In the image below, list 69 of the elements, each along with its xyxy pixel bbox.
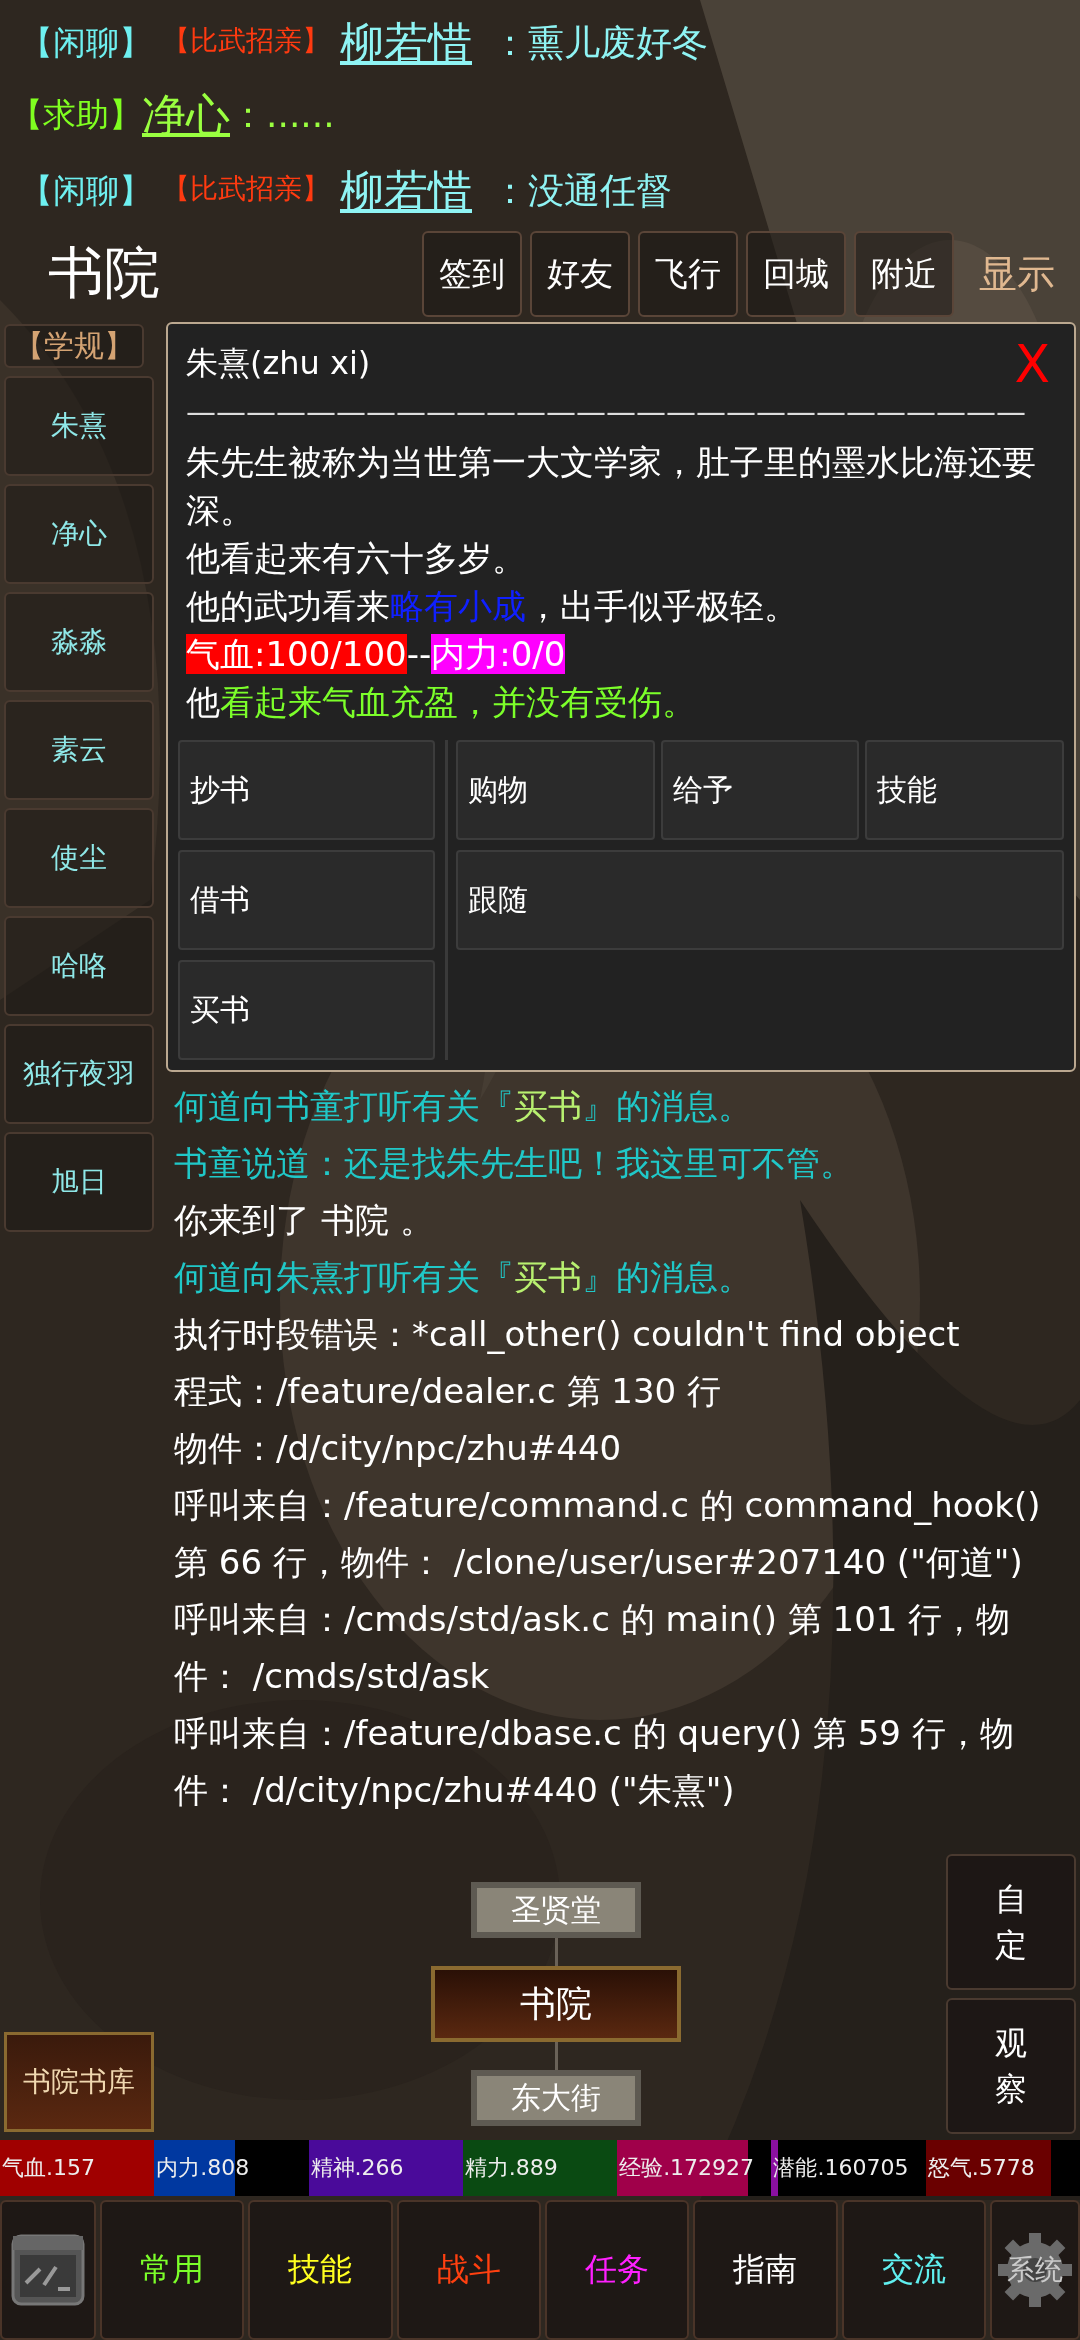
description-text: 朱先生被称为当世第一大文学家，肚子里的墨水比海还要深。 [185,441,1037,532]
toolbar-button[interactable]: 回城 [746,231,846,317]
toolbar-button[interactable]: 好友 [530,231,630,317]
channel-tag: 【闲聊】 [10,164,162,214]
description-text: 他看起来有六十多岁。 [185,537,527,580]
side-button[interactable]: 自定 [946,1854,1076,1990]
log-text: 呼叫来自：/cmds/std/ask.c 的 main() 第 101 行，物件： /cmds/std/ask [174,1598,1012,1698]
description-text: 气血:100/100--内力:0/0 [185,633,567,676]
action-button[interactable]: 买书 [178,960,435,1060]
rules-item[interactable]: 【学规】 [4,324,144,368]
location-title: 书院 [48,239,161,307]
log-text: 书童说道：还是找朱先生吧！我这里可不管。 [174,1142,855,1185]
side-button[interactable]: 观察 [946,1998,1076,2134]
player-name-link[interactable]: 净心 [142,85,230,145]
chat-message: ：...... [230,92,335,137]
toolbar-button[interactable]: 签到 [422,231,522,317]
log-text: 何道向书童打听有关『买书』的消息。 [174,1085,753,1128]
npc-item[interactable]: 独行夜羽 [4,1024,154,1124]
description-text: 他看起来气血充盈，并没有受伤。 [185,681,697,724]
close-button[interactable]: X [1008,334,1056,394]
npc-item[interactable]: 净心 [4,484,154,584]
npc-item[interactable]: 旭日 [4,1132,154,1232]
action-button[interactable]: 借书 [178,850,435,950]
stat-label: 精神.266 [309,2155,404,2180]
npc-item[interactable]: 朱熹 [4,376,154,476]
chat-message: ：熏儿废好冬 [491,20,709,65]
channel-tag: 【求助】 [10,92,142,138]
stat-label: 气血.157 [1,2155,95,2180]
log-text: 呼叫来自：/feature/dbase.c 的 query() 第 59 行，物件： /d/city/npc/zhu#440 ("朱熹") [174,1712,1015,1812]
player-name-link[interactable]: 柳若惜 [330,157,482,221]
player-name-link[interactable]: 柳若惜 [330,9,482,73]
terminal-icon[interactable] [0,2200,96,2340]
npc-item[interactable]: 使尘 [4,808,154,908]
nav-tab[interactable]: 战斗 [396,2200,541,2340]
action-button[interactable]: 购物 [456,740,655,840]
nav-tab[interactable]: 常用 [100,2200,245,2340]
action-button[interactable]: 跟随 [456,850,1064,950]
log-text: 物件：/d/city/npc/zhu#440 [174,1427,623,1470]
log-text: 执行时段错误：*call_other() couldn't find object [174,1313,961,1356]
description-text: 他的武功看来略有小成，出手似乎极轻。 [185,585,799,628]
action-button[interactable]: 给予 [660,740,860,840]
npc-item[interactable]: 素云 [4,700,154,800]
dash-rule: ———————————————————————————— [185,394,1027,431]
log-text: 呼叫来自：/feature/command.c 的 command_hook() 第 66 行，物件： /clone/user/user#207140 ("何道") [174,1484,1042,1584]
log-text: 程式：/feature/dealer.c 第 130 行 [174,1370,723,1413]
stat-label: 精力.889 [463,2155,558,2180]
action-button[interactable]: 技能 [865,740,1064,840]
display-toggle[interactable]: 显示 [962,248,1072,300]
nav-tab[interactable]: 交流 [841,2200,986,2340]
map-node[interactable]: 书院书库 [4,2032,154,2132]
event-tag: 【比武招亲】 [162,22,330,60]
map-node[interactable]: 圣贤堂 [471,1882,641,1938]
log-text: 你来到了 书院 。 [174,1199,435,1242]
toolbar-button[interactable]: 飞行 [638,231,738,317]
map-node[interactable]: 东大街 [471,2070,641,2126]
event-tag: 【比武招亲】 [162,170,330,208]
npc-item[interactable]: 淼淼 [4,592,154,692]
current-location-node[interactable]: 书院 [431,1966,681,2042]
nav-tab[interactable]: 任务 [545,2200,690,2340]
toolbar-button[interactable]: 附近 [854,231,954,317]
action-button[interactable]: 抄书 [178,740,435,840]
channel-tag: 【闲聊】 [10,16,162,66]
dialog-title: 朱熹(zhu xi) [186,343,371,384]
npc-item[interactable]: 哈咯 [4,916,154,1016]
chat-message: ：没通任督 [491,168,673,213]
nav-tab[interactable]: 技能 [248,2200,393,2340]
nav-tab[interactable]: 指南 [693,2200,838,2340]
stat-label: 怒气.5778 [926,2155,1035,2180]
log-text: 何道向朱熹打听有关『买书』的消息。 [174,1256,753,1299]
